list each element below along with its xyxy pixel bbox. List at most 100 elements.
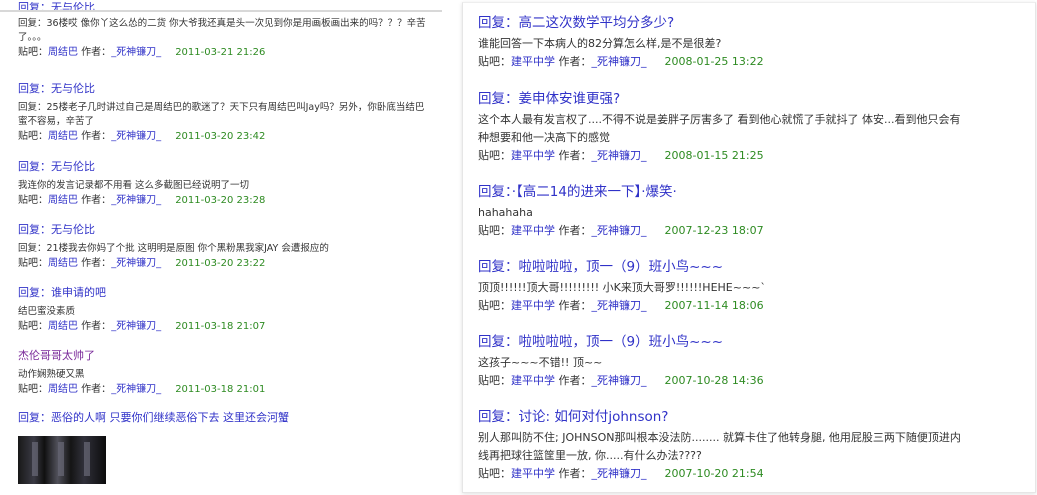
bar-link[interactable]: 周结巴 [48,195,78,206]
post-date: 2011-03-20 23:28 [175,195,266,206]
bar-label: 贴吧： [478,374,511,387]
result-title[interactable]: 回复：讨论: 如何对付johnson? [478,408,968,426]
result-summary: 回复：21楼我去你妈了个批 这明明是原图 你个黑粉黑我家JAY 会遭报应的 [18,243,329,254]
bar-label: 贴吧： [478,224,511,237]
author-label: 作者： [555,55,592,68]
result-meta: 贴吧：建平中学 作者：_死神镰刀_ 2008-01-15 21:25 [478,148,968,164]
result-summary: 谁能回答一下本病人的82分算怎么样,是不是很差? [478,37,722,50]
result-item: 回复：啦啦啦啦，顶一（9）班小鸟~~~ 这孩子~~~不错!! 顶~~ 贴吧：建平… [478,333,968,389]
post-date: 2011-03-20 23:42 [175,131,266,142]
thumbnail-detail [32,442,38,476]
bar-label: 贴吧： [478,467,511,480]
result-summary: 结巴蜜没素质 [18,306,76,317]
result-meta: 贴吧：建平中学 作者：_死神镰刀_ 2007-10-28 14:36 [478,373,968,389]
author-link[interactable]: _死神镰刀_ [111,47,161,58]
result-item: 回复：恶俗的人啊 只要你们继续恶俗下去 这里还会河蟹 [18,410,289,425]
thumbnail-image[interactable] [18,436,106,484]
result-item: 回复：·【高二14的进来一下】·爆笑· hahahaha 贴吧：建平中学 作者：… [478,183,968,239]
result-item: 回复：无与伦比 我连你的发言记录都不用看 这么多截图已经说明了一切 贴吧：周结巴… [18,159,428,208]
author-link[interactable]: _死神镰刀_ [111,195,161,206]
result-item: 回复：36楼哎 像你丫这么怂的二货 你大爷我还真是头一次见到你是用画板画出来的吗… [18,17,428,60]
result-meta: 贴吧：周结巴 作者：_死神镰刀_ 2011-03-18 21:07 [18,320,428,334]
author-label: 作者： [78,321,112,332]
author-link[interactable]: _死神镰刀_ [592,299,647,312]
post-date: 2011-03-18 21:01 [175,384,266,395]
result-meta: 贴吧：建平中学 作者：_死神镰刀_ 2008-01-25 13:22 [478,54,968,70]
bar-link[interactable]: 建平中学 [511,467,555,480]
post-date: 2007-10-28 14:36 [664,374,764,387]
result-item: 回复：高二这次数学平均分多少? 谁能回答一下本病人的82分算怎么样,是不是很差?… [478,14,968,70]
result-title[interactable]: 回复：无与伦比 [18,2,95,10]
post-date: 2011-03-21 21:26 [175,47,266,58]
result-title[interactable]: 回复：无与伦比 [18,159,428,174]
result-title[interactable]: 回复：·【高二14的进来一下】·爆笑· [478,183,968,201]
result-item: 回复：啦啦啦啦，顶一（9）班小鸟~~~ 顶顶!!!!!!顶大哥!!!!!!!!!… [478,258,968,314]
result-title[interactable]: 回复：恶俗的人啊 只要你们继续恶俗下去 这里还会河蟹 [18,410,289,425]
bar-link[interactable]: 建平中学 [511,149,555,162]
bar-link[interactable]: 周结巴 [48,258,78,269]
result-summary: 动作娴熟硬又黑 [18,369,85,380]
author-label: 作者： [555,467,592,480]
bar-link[interactable]: 周结巴 [48,131,78,142]
result-title[interactable]: 回复：无与伦比 [18,222,428,237]
author-label: 作者： [555,374,592,387]
bar-link[interactable]: 周结巴 [48,47,78,58]
result-meta: 贴吧：周结巴 作者：_死神镰刀_ 2011-03-18 21:01 [18,383,428,397]
result-meta: 贴吧：建平中学 作者：_死神镰刀_ 2007-12-23 18:07 [478,223,968,239]
result-title[interactable]: 回复：谁申请的吧 [18,285,428,300]
bar-label: 贴吧： [18,131,48,142]
author-link[interactable]: _死神镰刀_ [592,467,647,480]
author-link[interactable]: _死神镰刀_ [592,374,647,387]
author-link[interactable]: _死神镰刀_ [592,149,647,162]
result-title[interactable]: 杰伦哥哥太帅了 [18,348,428,363]
bar-label: 贴吧： [478,299,511,312]
author-label: 作者： [78,47,112,58]
bar-link[interactable]: 周结巴 [48,321,78,332]
author-link[interactable]: _死神镰刀_ [111,131,161,142]
bar-label: 贴吧： [18,321,48,332]
author-label: 作者： [78,195,112,206]
result-summary: 这个本人最有发言权了....不得不说是姜胖子厉害多了 看到他心就慌了手就抖了 体… [478,113,961,144]
author-label: 作者： [78,384,112,395]
result-summary: 别人那叫防不住; JOHNSON那叫根本没法防........ 就算卡住了他转身… [478,431,961,462]
bar-link[interactable]: 建平中学 [511,55,555,68]
post-date: 2007-12-23 18:07 [664,224,764,237]
result-summary: 顶顶!!!!!!顶大哥!!!!!!!!! 小K来顶大哥罗!!!!!!HEHE~~… [478,281,766,294]
left-results-panel: 回复：无与伦比 回复：36楼哎 像你丫这么怂的二货 你大爷我还真是头一次见到你是… [0,0,455,495]
result-meta: 贴吧：周结巴 作者：_死神镰刀_ 2011-03-20 23:42 [18,130,428,144]
bar-link[interactable]: 建平中学 [511,374,555,387]
post-date: 2011-03-20 23:22 [175,258,266,269]
author-label: 作者： [78,131,112,142]
author-link[interactable]: _死神镰刀_ [111,321,161,332]
bar-label: 贴吧： [18,384,48,395]
thumbnail-detail [84,442,90,476]
result-title-partial[interactable]: 回复：无与伦比 [18,2,95,10]
result-title[interactable]: 回复：姜申体安谁更强? [478,90,968,108]
author-link[interactable]: _死神镰刀_ [592,55,647,68]
author-label: 作者： [78,258,112,269]
result-item: 杰伦哥哥太帅了 动作娴熟硬又黑 贴吧：周结巴 作者：_死神镰刀_ 2011-03-… [18,348,428,397]
result-item: 回复：讨论: 如何对付johnson? 别人那叫防不住; JOHNSON那叫根本… [478,408,968,482]
bar-link[interactable]: 建平中学 [511,224,555,237]
result-title[interactable]: 回复：啦啦啦啦，顶一（9）班小鸟~~~ [478,258,968,276]
result-meta: 贴吧：建平中学 作者：_死神镰刀_ 2007-10-20 21:54 [478,466,968,482]
author-label: 作者： [555,224,592,237]
post-date: 2008-01-25 13:22 [664,55,764,68]
result-item: 回复：谁申请的吧 结巴蜜没素质 贴吧：周结巴 作者：_死神镰刀_ 2011-03-… [18,285,428,334]
bar-link[interactable]: 周结巴 [48,384,78,395]
result-summary: 回复：25楼老子几时讲过自己是周结巴的歌迷了？天下只有周结巴叫Jay吗？另外，你… [18,102,425,127]
post-date: 2007-11-14 18:06 [664,299,764,312]
bar-link[interactable]: 建平中学 [511,299,555,312]
result-item: 回复：无与伦比 回复：25楼老子几时讲过自己是周结巴的歌迷了？天下只有周结巴叫J… [18,81,428,144]
result-title[interactable]: 回复：啦啦啦啦，顶一（9）班小鸟~~~ [478,333,968,351]
author-link[interactable]: _死神镰刀_ [111,384,161,395]
author-link[interactable]: _死神镰刀_ [111,258,161,269]
post-date: 2011-03-18 21:07 [175,321,266,332]
result-title[interactable]: 回复：高二这次数学平均分多少? [478,14,968,32]
bar-label: 贴吧： [478,55,511,68]
result-summary: 我连你的发言记录都不用看 这么多截图已经说明了一切 [18,180,250,191]
author-link[interactable]: _死神镰刀_ [592,224,647,237]
result-title[interactable]: 回复：无与伦比 [18,81,428,96]
divider [0,10,442,12]
right-results-panel: 回复：高二这次数学平均分多少? 谁能回答一下本病人的82分算怎么样,是不是很差?… [462,2,1036,493]
